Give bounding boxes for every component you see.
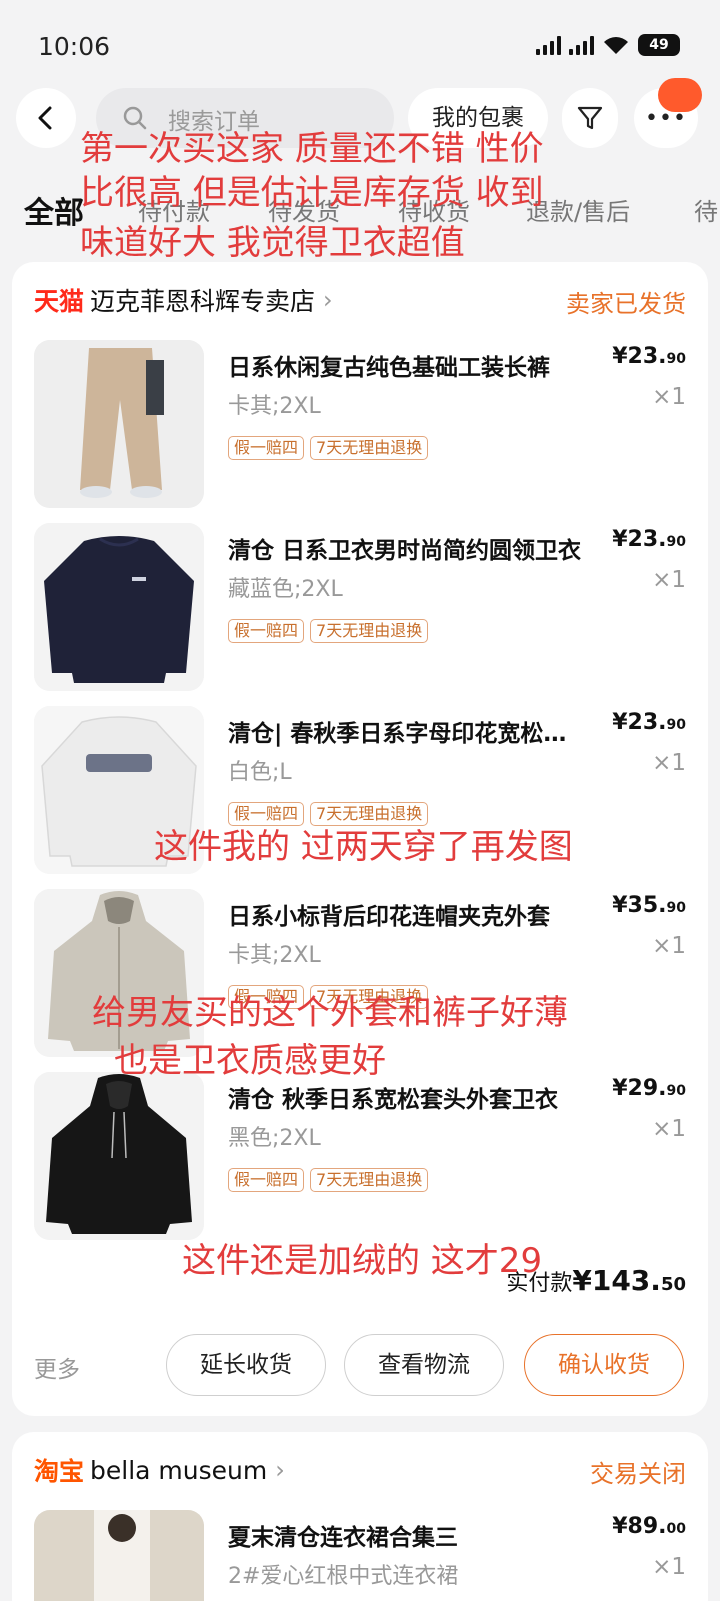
back-arrow-icon (38, 106, 52, 130)
tag-fake-compensation: 假一赔四 (228, 1168, 305, 1192)
chevron-right-icon: › (323, 286, 333, 314)
product-title: 清仓| 春秋季日系字母印花宽松卫衣 (228, 721, 588, 747)
store-header[interactable]: 淘宝 bella museum › (34, 1452, 285, 1488)
product-quantity: ×1 (652, 933, 686, 959)
product-sku: 卡其;2XL (228, 394, 321, 419)
tab-more[interactable]: 待 (694, 192, 718, 227)
tag-fake-compensation: 假一赔四 (228, 436, 305, 460)
product-title: 日系小标背后印花连帽夹克外套 (228, 904, 550, 930)
product-title: 清仓 日系卫衣男时尚简约圆领卫衣 (228, 538, 582, 564)
store-name: 迈克菲恩科辉专卖店 (90, 287, 316, 316)
more-link[interactable]: 更多 (34, 1350, 80, 1384)
product-tags: 假一赔四 7天无理由退换 (228, 436, 429, 460)
status-time: 10:06 (38, 32, 111, 61)
battery-icon: 49 (638, 34, 680, 56)
tag-7day-return: 7天无理由退换 (310, 619, 429, 643)
product-tags: 假一赔四 7天无理由退换 (228, 619, 429, 643)
tag-7day-return: 7天无理由退换 (310, 802, 429, 826)
back-button[interactable] (16, 88, 76, 148)
view-logistics-button[interactable]: 查看物流 (344, 1334, 504, 1396)
status-bar: 10:06 49 (0, 0, 720, 90)
product-price: ¥23.90 (612, 710, 686, 735)
product-quantity: ×1 (652, 1116, 686, 1142)
product-price: ¥89.00 (612, 1514, 686, 1539)
product-quantity: ×1 (652, 384, 686, 410)
product-price: ¥23.90 (612, 344, 686, 369)
tag-fake-compensation: 假一赔四 (228, 619, 305, 643)
annotation-text: 这件我的 过两天穿了再发图 (154, 827, 573, 867)
store-header[interactable]: 天猫 迈克菲恩科辉专卖店 › (34, 282, 333, 318)
confirm-receipt-button[interactable]: 确认收货 (524, 1334, 684, 1396)
product-image (34, 1072, 204, 1240)
order-card[interactable]: 淘宝 bella museum › 交易关闭 夏末清仓连衣裙合集三 ¥89.00… (12, 1432, 708, 1601)
annotation-text: 也是卫衣质感更好 (114, 1041, 386, 1081)
product-quantity: ×1 (652, 750, 686, 776)
product-title: 日系休闲复古纯色基础工装长裤 (228, 355, 550, 381)
product-image (34, 1510, 204, 1601)
annotation-text: 比很高 但是估计是库存货 收到 (80, 173, 544, 213)
wifi-icon (604, 37, 628, 54)
signal-icon (536, 35, 561, 55)
paid-amount: ¥143. (572, 1264, 661, 1297)
order-item[interactable]: 清仓 日系卫衣男时尚简约圆领卫衣 ¥23.90 藏蓝色;2XL ×1 假一赔四 … (12, 523, 708, 691)
product-sku: 2#爱心红根中式连衣裙 (228, 1564, 459, 1589)
product-quantity: ×1 (652, 567, 686, 593)
product-quantity: ×1 (652, 1554, 686, 1580)
tag-fake-compensation: 假一赔四 (228, 802, 305, 826)
product-price: ¥35.90 (612, 893, 686, 918)
filter-button[interactable] (562, 88, 618, 148)
signal-icon-2 (569, 35, 594, 55)
tag-7day-return: 7天无理由退换 (310, 436, 429, 460)
paid-amount-decimal: 50 (660, 1274, 686, 1295)
tag-7day-return: 7天无理由退换 (310, 1168, 429, 1192)
status-icons: 49 (536, 34, 680, 56)
notification-badge (658, 78, 702, 112)
product-tags: 假一赔四 7天无理由退换 (228, 1168, 429, 1192)
product-tags: 假一赔四 7天无理由退换 (228, 802, 429, 826)
annotation-text: 第一次买这家 质量还不错 性价 (80, 129, 544, 169)
product-price: ¥29.90 (612, 1076, 686, 1101)
product-title: 夏末清仓连衣裙合集三 (228, 1525, 458, 1551)
product-image (34, 340, 204, 508)
taobao-logo: 淘宝 (34, 1457, 85, 1486)
product-sku: 卡其;2XL (228, 943, 321, 968)
annotation-text: 给男友买的这个外套和裤子好薄 (92, 993, 568, 1033)
annotation-text: 这件还是加绒的 这才29 (182, 1241, 543, 1281)
tab-all[interactable]: 全部 (24, 188, 84, 232)
product-price: ¥23.90 (612, 527, 686, 552)
order-status: 交易关闭 (590, 1460, 686, 1488)
chevron-right-icon: › (275, 1456, 285, 1484)
extend-receipt-button[interactable]: 延长收货 (166, 1334, 326, 1396)
product-title: 清仓 秋季日系宽松套头外套卫衣 (228, 1087, 559, 1113)
filter-icon (577, 106, 603, 130)
annotation-text: 味道好大 我觉得卫衣超值 (80, 223, 465, 263)
order-item[interactable]: 日系休闲复古纯色基础工装长裤 ¥23.90 卡其;2XL ×1 假一赔四 7天无… (12, 340, 708, 508)
product-sku: 白色;L (228, 760, 292, 785)
product-sku: 黑色;2XL (228, 1126, 321, 1151)
order-item[interactable]: 夏末清仓连衣裙合集三 ¥89.00 2#爱心红根中式连衣裙 ×1 (12, 1510, 708, 1601)
order-item[interactable]: 清仓 秋季日系宽松套头外套卫衣 ¥29.90 黑色;2XL ×1 假一赔四 7天… (12, 1072, 708, 1240)
tmall-logo: 天猫 (34, 287, 85, 316)
product-sku: 藏蓝色;2XL (228, 577, 343, 602)
product-image (34, 523, 204, 691)
store-name: bella museum (90, 1455, 268, 1485)
order-status: 卖家已发货 (566, 290, 686, 318)
